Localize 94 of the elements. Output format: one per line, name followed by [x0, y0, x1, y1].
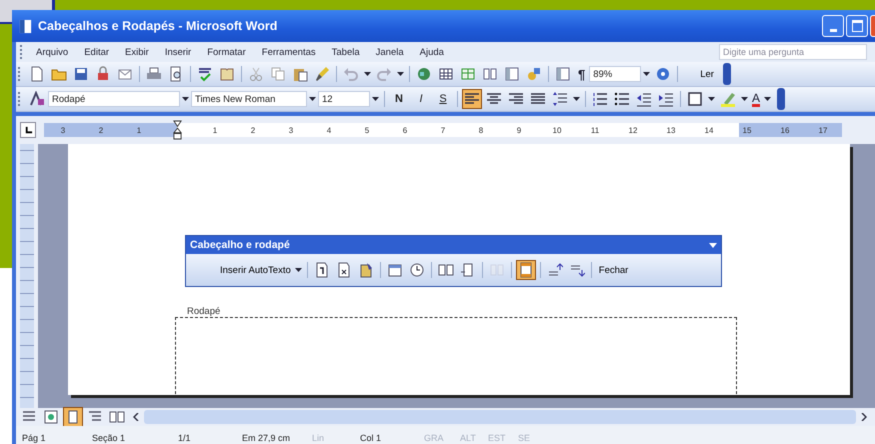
font-dropdown[interactable]: Times New Roman: [191, 91, 307, 107]
caret-icon[interactable]: [643, 72, 650, 76]
styles-icon[interactable]: [28, 90, 46, 108]
toolbar-options-button[interactable]: [722, 63, 731, 85]
ruler-number: 3: [60, 126, 66, 134]
bullet-list-icon[interactable]: [613, 90, 631, 108]
menu-item[interactable]: Inserir: [156, 46, 200, 58]
status-item: Lin: [311, 433, 326, 443]
menu-item[interactable]: Arquivo: [28, 46, 76, 58]
ruler-number: 16: [780, 126, 790, 134]
line-spacing-icon[interactable]: [551, 90, 569, 108]
status-item: 1/1: [177, 433, 192, 443]
close-toolbar-button[interactable]: Fechar: [594, 264, 632, 276]
toolbar-options-button[interactable]: [777, 88, 786, 110]
caret-icon[interactable]: [397, 72, 404, 76]
caret-icon[interactable]: [708, 97, 715, 101]
border-icon[interactable]: [686, 90, 704, 108]
caret-icon[interactable]: [182, 97, 189, 101]
maximize-button[interactable]: [846, 15, 868, 37]
ruler-number: 12: [628, 126, 638, 134]
brush-icon[interactable]: [313, 65, 331, 83]
document-map-icon[interactable]: [503, 65, 521, 83]
ruler-number: 10: [552, 126, 562, 134]
numbered-list-icon[interactable]: [591, 90, 609, 108]
autotext-button[interactable]: Inserir AutoTexto: [220, 264, 291, 276]
menu-item[interactable]: Exibir: [117, 46, 157, 58]
menu-item[interactable]: Editar: [76, 46, 118, 58]
ruler-number: 2: [98, 126, 104, 134]
ruler-number: 1: [136, 126, 142, 134]
show-marks-button[interactable]: ¶: [574, 66, 590, 82]
help-search-field[interactable]: Digite uma pergunta: [719, 44, 867, 60]
italic-button[interactable]: I: [413, 93, 429, 105]
caret-icon[interactable]: [573, 97, 580, 101]
ruler-number: 4: [326, 126, 332, 134]
status-item: EST: [487, 433, 507, 443]
read-button[interactable]: Ler: [681, 68, 719, 80]
caret-icon[interactable]: [309, 97, 316, 101]
menu-item[interactable]: Janela: [368, 46, 412, 58]
ruler-number: 8: [478, 126, 484, 134]
ruler-number: 2: [250, 126, 256, 134]
caret-icon[interactable]: [709, 242, 717, 248]
web-view-icon[interactable]: [42, 408, 60, 426]
ruler-number: 7: [440, 126, 446, 134]
ruler-number: 1: [212, 126, 218, 134]
document-map-icon[interactable]: [554, 65, 572, 83]
clock-icon[interactable]: [408, 261, 426, 279]
ruler-number: 11: [590, 126, 600, 134]
print-layout-icon[interactable]: [64, 408, 82, 426]
style-dropdown[interactable]: Rodapé: [48, 91, 180, 107]
zoom-dropdown[interactable]: 89%: [589, 66, 642, 82]
tab-stop-icon: [24, 126, 32, 134]
ruler-number: 3: [288, 126, 294, 134]
caret-icon[interactable]: [294, 268, 302, 272]
globe-icon[interactable]: [415, 65, 433, 83]
bold-button[interactable]: N: [391, 93, 407, 105]
spelling-icon[interactable]: [196, 65, 214, 83]
minimize-button[interactable]: [822, 15, 844, 37]
indent-marker[interactable]: [172, 120, 182, 140]
ruler-number: 14: [704, 126, 714, 134]
status-item: Em 27,9 cm: [241, 433, 292, 443]
status-item: Seção 1: [91, 433, 126, 443]
ruler-number: 6: [402, 126, 408, 134]
underline-button[interactable]: S: [435, 93, 451, 105]
menu-item[interactable]: Ferramentas: [254, 46, 324, 58]
scroll-right-icon[interactable]: [861, 413, 867, 421]
status-item: SE: [517, 433, 532, 443]
window-title: Cabeçalhos e Rodapés - Microsoft Word: [38, 19, 278, 33]
footer-label: Rodapé: [187, 306, 220, 317]
horizontal-scrollbar[interactable]: [144, 410, 856, 424]
caret-icon[interactable]: [741, 97, 748, 101]
drawing-icon[interactable]: [525, 65, 543, 83]
ruler-number: 9: [516, 126, 522, 134]
menu-item[interactable]: Formatar: [199, 46, 254, 58]
caret-icon[interactable]: [372, 97, 379, 101]
caret-icon[interactable]: [364, 72, 371, 76]
font-color-button[interactable]: A: [752, 92, 760, 106]
scroll-left-icon[interactable]: [133, 413, 139, 421]
toolbar-title: Cabeçalho e rodapé: [190, 239, 290, 251]
menu-item[interactable]: Tabela: [324, 46, 368, 58]
ruler-number: 17: [818, 126, 828, 134]
status-item: Pág 1: [21, 433, 47, 443]
tab-selector[interactable]: [20, 122, 36, 138]
switch-header-footer-icon[interactable]: [516, 261, 535, 279]
document-icon: [18, 18, 33, 34]
menu-item[interactable]: Ajuda: [412, 46, 452, 58]
status-item: ALT: [459, 433, 477, 443]
align-left-icon[interactable]: [463, 90, 481, 108]
ruler-number: 5: [364, 126, 370, 134]
status-item: GRA: [423, 433, 445, 443]
ruler-number: 15: [742, 126, 752, 134]
caret-icon[interactable]: [764, 97, 772, 101]
ruler-number: 13: [666, 126, 676, 134]
font-size-dropdown[interactable]: 12: [318, 91, 370, 107]
status-item: Col 1: [359, 433, 382, 443]
